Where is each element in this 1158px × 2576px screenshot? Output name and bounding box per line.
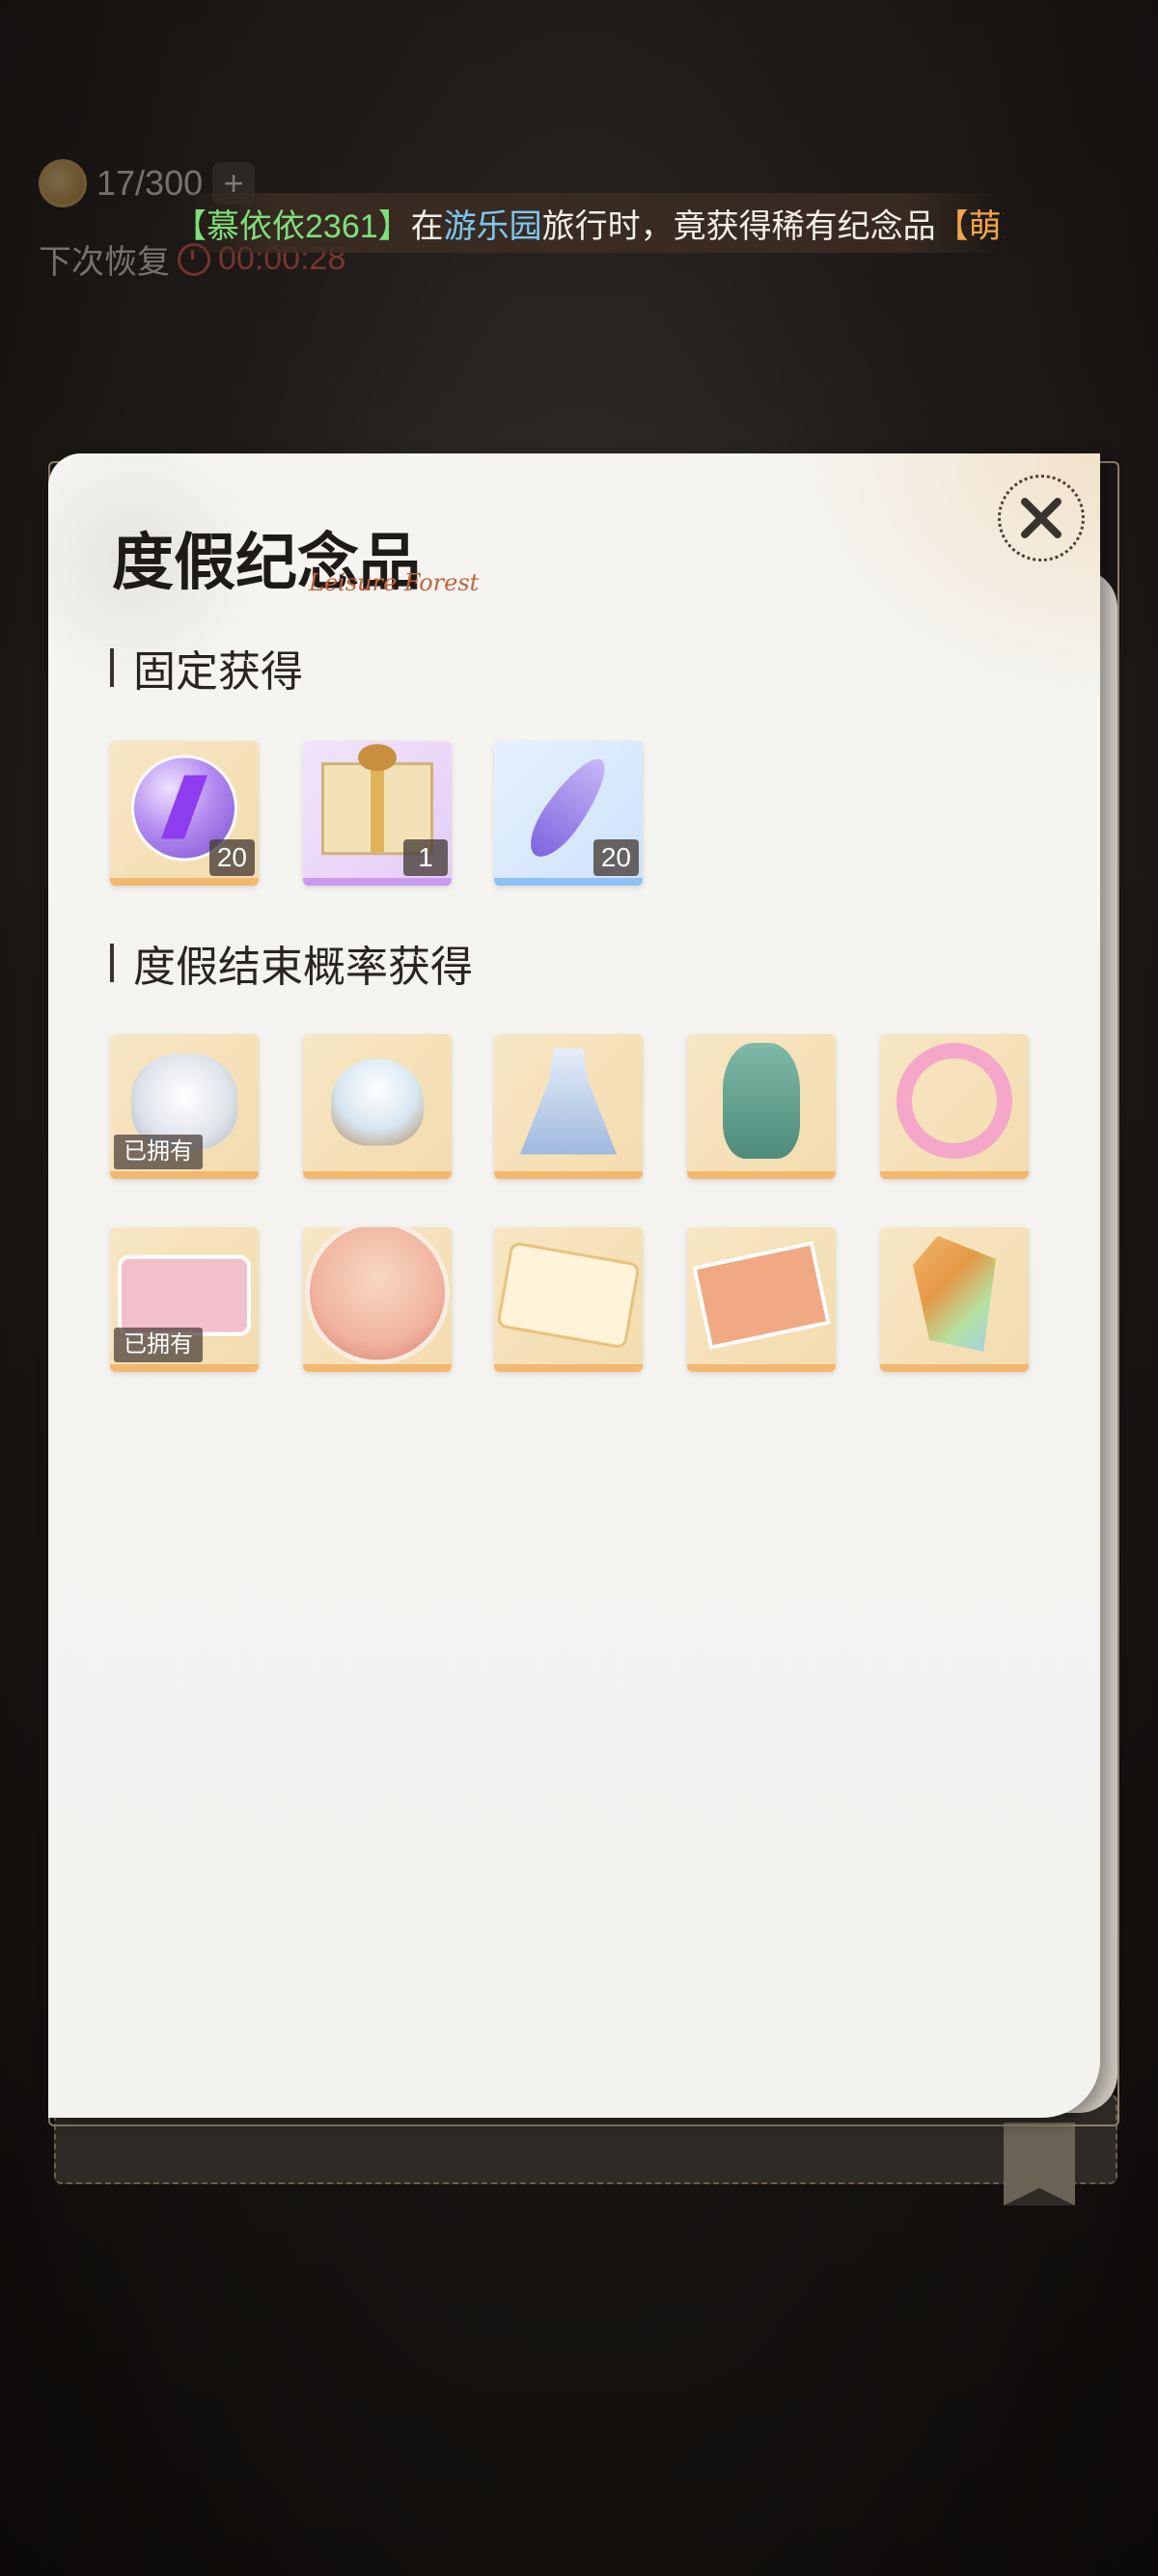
souvenir-panel: 度假纪念品 Leisure Forest 固定获得 20 1 20 度假结束概率… bbox=[48, 453, 1100, 2118]
section-fixed-header: 固定获得 bbox=[110, 637, 303, 699]
item-count: 20 bbox=[593, 839, 639, 876]
section-chance-title: 度假结束概率获得 bbox=[133, 944, 473, 991]
item-count: 20 bbox=[208, 839, 255, 876]
owned-badge: 已拥有 bbox=[114, 1328, 203, 1362]
section-bar bbox=[110, 944, 114, 982]
portrait-icon bbox=[723, 1043, 800, 1159]
pink-frame-icon bbox=[118, 1254, 251, 1336]
broadcast-text-2: 旅行时，竟获得稀有纪念品 bbox=[541, 207, 936, 245]
chance-item-flower-wreath[interactable] bbox=[880, 1034, 1029, 1179]
chance-item-pink-frame[interactable]: 已拥有 bbox=[110, 1227, 259, 1372]
fixed-item-feather[interactable]: 20 bbox=[494, 741, 643, 886]
section-fixed-title: 固定获得 bbox=[133, 648, 303, 696]
chance-item-portrait[interactable] bbox=[687, 1034, 836, 1179]
chance-item-avatar[interactable] bbox=[303, 1227, 452, 1372]
avatar-icon bbox=[305, 1227, 450, 1365]
close-icon bbox=[1014, 491, 1068, 545]
energy-coin-icon bbox=[39, 159, 87, 207]
section-chance-header: 度假结束概率获得 bbox=[110, 932, 473, 994]
owned-badge: 已拥有 bbox=[114, 1135, 203, 1169]
panel-title-script: Leisure Forest bbox=[309, 569, 480, 596]
broadcast-text-1: 在 bbox=[410, 207, 444, 245]
crystal-icon bbox=[913, 1236, 996, 1352]
broadcast-place: 游乐园 bbox=[443, 207, 542, 245]
section-bar bbox=[110, 648, 114, 687]
close-button[interactable] bbox=[998, 475, 1085, 562]
recover-label: 下次恢复 bbox=[39, 244, 170, 281]
chance-item-photo-card[interactable] bbox=[687, 1227, 836, 1372]
flower-basket-icon bbox=[331, 1058, 424, 1146]
fixed-item-energy-orb[interactable]: 20 bbox=[110, 741, 259, 886]
flower-wreath-icon bbox=[896, 1043, 1012, 1159]
chance-item-crystal[interactable] bbox=[880, 1227, 1029, 1372]
chance-item-flower-basket[interactable] bbox=[303, 1034, 452, 1179]
chance-item-cat-card[interactable] bbox=[494, 1227, 643, 1372]
broadcast-item: 【萌芽 bbox=[935, 207, 1004, 245]
broadcast-banner: 【慕依依2361】 在 游乐园 旅行时，竟获得稀有纪念品 【萌芽 bbox=[174, 193, 1004, 253]
broadcast-player: 【慕依依2361】 bbox=[174, 207, 411, 245]
cat-card-icon bbox=[496, 1241, 641, 1350]
bookmark-ribbon bbox=[1004, 2123, 1075, 2206]
fixed-item-gift-box[interactable]: 1 bbox=[303, 741, 452, 886]
chance-item-dress[interactable] bbox=[494, 1034, 643, 1179]
chance-item-chibi-bath[interactable]: 已拥有 bbox=[110, 1034, 259, 1179]
photo-card-icon bbox=[692, 1241, 831, 1350]
dress-icon bbox=[520, 1048, 617, 1155]
item-count: 1 bbox=[403, 839, 448, 876]
